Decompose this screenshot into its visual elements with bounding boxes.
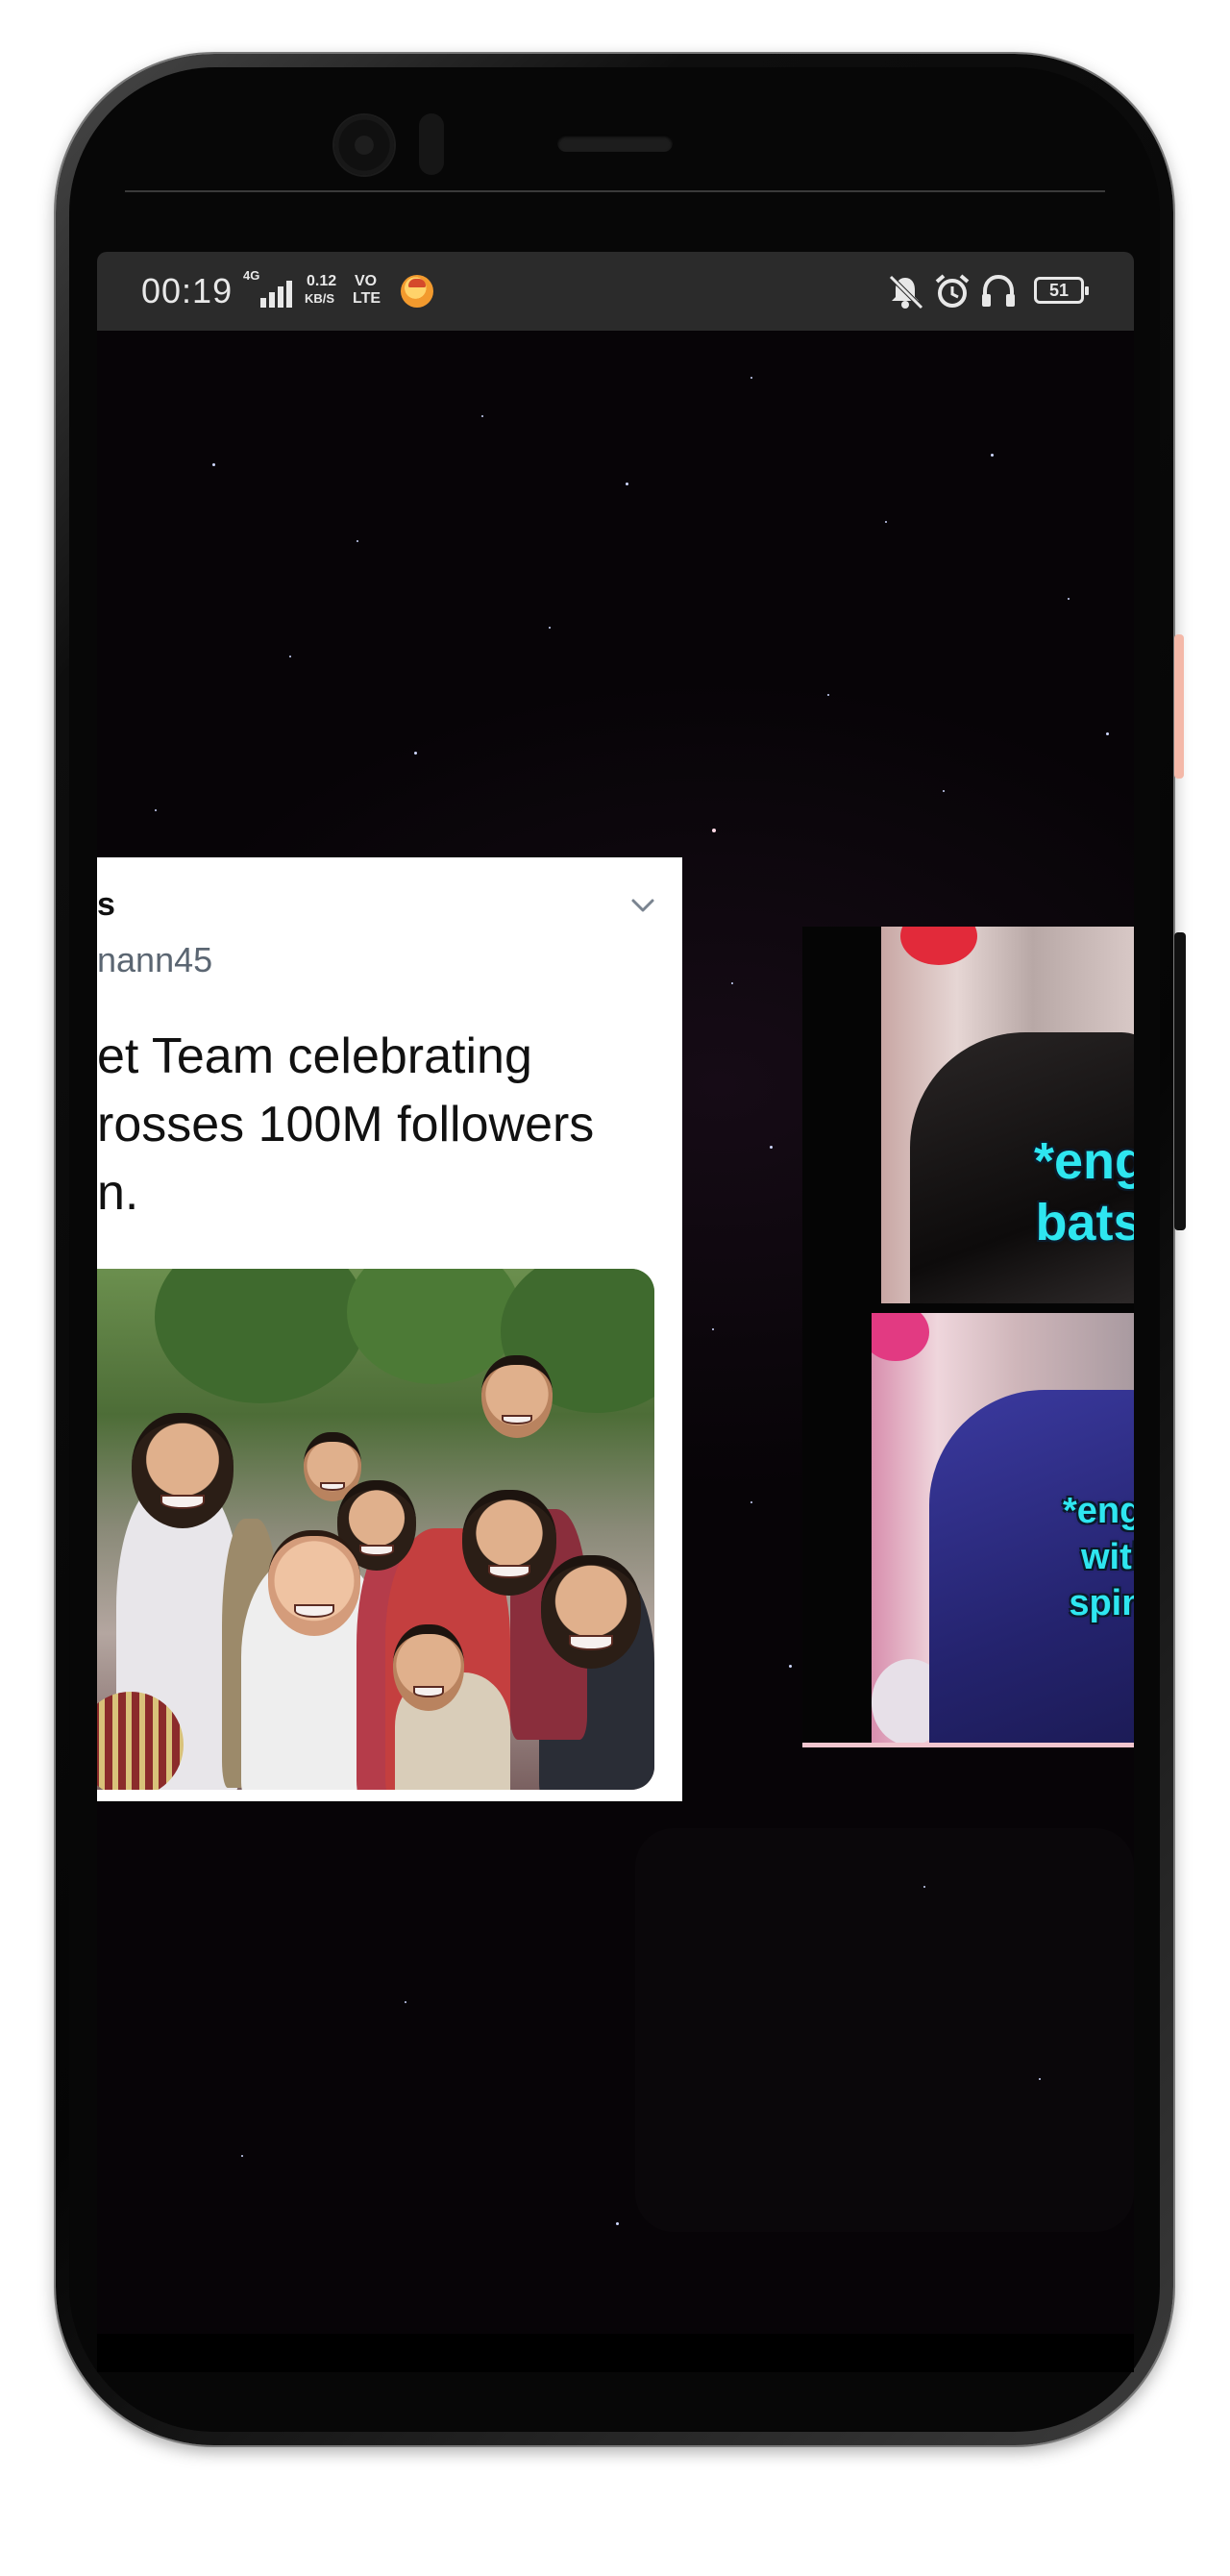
tweet-text: et Team celebrating rosses 100M follower… (97, 1023, 674, 1227)
tweet-photo[interactable] (97, 1269, 654, 1790)
volte-label-bottom: LTE (353, 290, 381, 307)
tweet-author-handle: nann45 (97, 940, 213, 979)
caption-bottom: *engla with spinn (1062, 1491, 1134, 1623)
caption-top: *engla batsm (1033, 1132, 1134, 1251)
faint-overlay (635, 1828, 1134, 2232)
emoji-notification-icon (401, 275, 433, 308)
video-frame-top: *engla batsm (881, 927, 1134, 1303)
bottom-bezel-strip (97, 2334, 1134, 2372)
signal-icon (260, 279, 299, 308)
chevron-down-icon[interactable] (627, 890, 658, 921)
tweet-text-line: n. (97, 1165, 139, 1221)
headphones-icon (982, 274, 1015, 307)
proximity-sensor (419, 113, 444, 175)
network-type: 4G (243, 268, 260, 283)
tweet-author-name: s (97, 886, 115, 923)
screen: 00:19 4G 0.12 KB/S VO LTE 51 s nann45 et… (97, 252, 1134, 2334)
tweet-text-line: rosses 100M followers (97, 1097, 595, 1152)
video-preview[interactable]: *engla batsm *engla with spinn (802, 927, 1134, 1743)
video-progress-line (802, 1743, 1134, 1747)
front-camera-icon (334, 115, 394, 175)
page: 00:19 4G 0.12 KB/S VO LTE 51 s nann45 et… (0, 0, 1230, 2576)
mute-icon (889, 275, 923, 310)
data-speed-value: 0.12 (307, 273, 337, 289)
status-time: 00:19 (141, 271, 234, 310)
power-button[interactable] (1174, 932, 1186, 1230)
tweet-card[interactable]: s nann45 et Team celebrating rosses 100M… (97, 857, 682, 1801)
status-bar: 00:19 4G 0.12 KB/S VO LTE 51 (97, 252, 1134, 331)
volte-label-top: VO (355, 273, 378, 289)
video-frame-bottom: *engla with spinn (872, 1313, 1134, 1743)
notch-divider (125, 190, 1105, 192)
earpiece-speaker (557, 135, 673, 152)
data-speed-unit: KB/S (305, 291, 335, 306)
tweet-text-line: et Team celebrating (97, 1028, 532, 1084)
side-accent (1174, 634, 1184, 779)
alarm-icon (935, 274, 970, 308)
battery-icon: 51 (1034, 277, 1089, 304)
